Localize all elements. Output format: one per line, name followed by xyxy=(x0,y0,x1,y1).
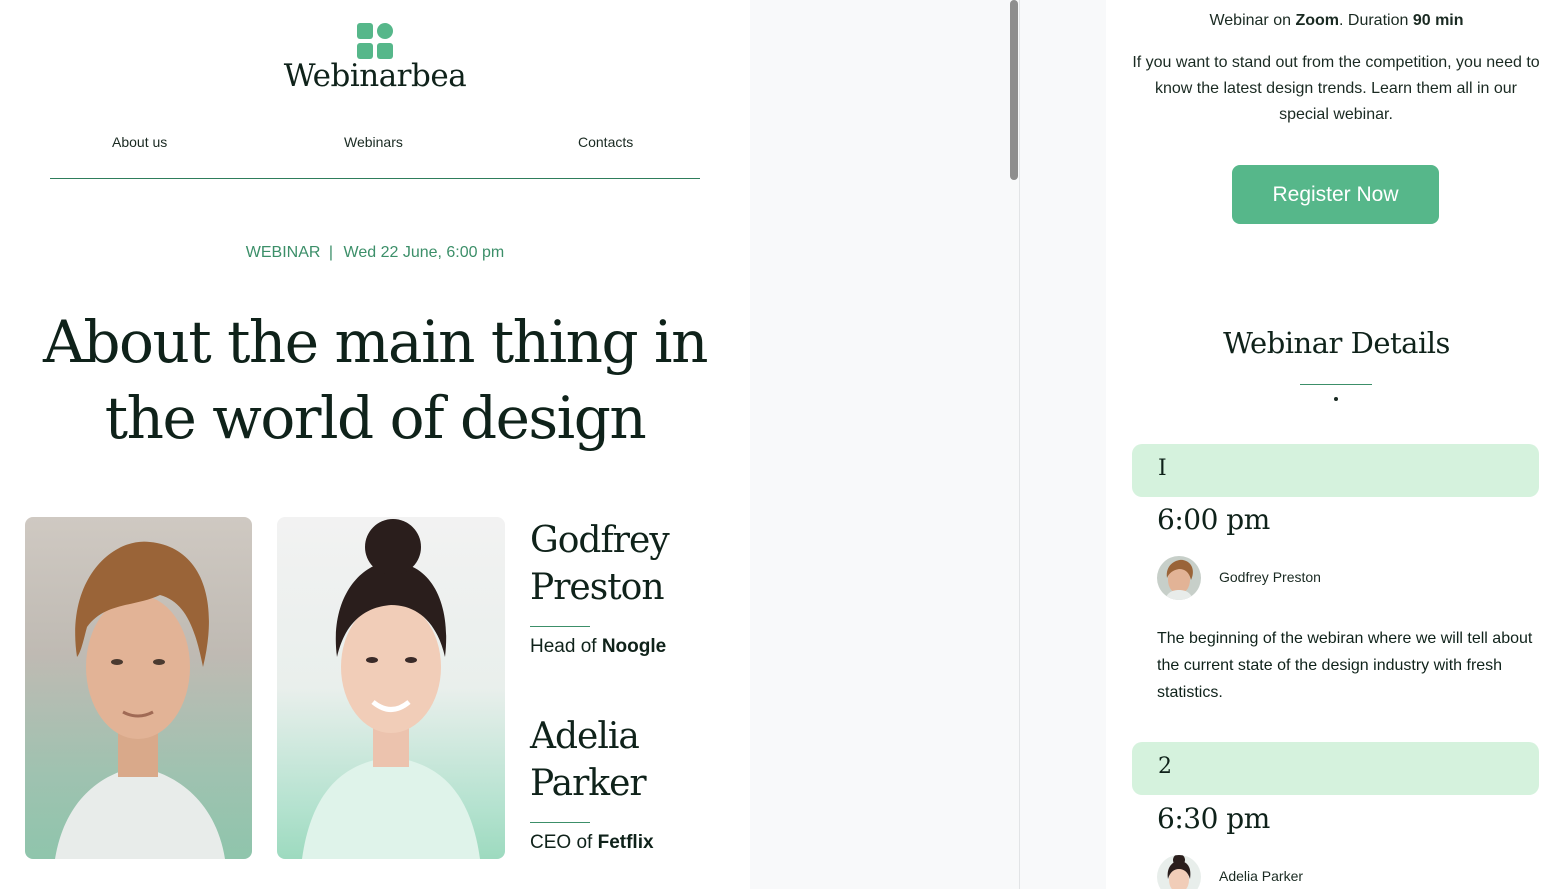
speaker-role-prefix-2: CEO of xyxy=(530,832,593,853)
speaker-company-1: Noogle xyxy=(601,636,667,657)
page-title: About the main thing in the world of des… xyxy=(43,308,708,452)
duration-value: 90 min xyxy=(1412,12,1464,29)
grid-logo-icon xyxy=(357,23,393,59)
avatar xyxy=(1157,556,1201,600)
webinar-description: If you want to stand out from the compet… xyxy=(1132,54,1540,123)
speaker-name-1: Godfrey Preston xyxy=(530,520,670,608)
scrollbar-thumb[interactable] xyxy=(1010,0,1018,180)
event-time: 6:00 pm xyxy=(446,244,505,261)
speaker-role-2: CEO of Fetflix xyxy=(530,832,654,854)
session-description-1: The beginning of the webiran where we wi… xyxy=(1157,630,1533,701)
register-button[interactable]: Register Now xyxy=(1232,165,1439,224)
event-date: Wed 22 June, xyxy=(343,244,442,261)
session-band-2: 2 xyxy=(1132,742,1539,795)
details-title: Webinar Details xyxy=(1223,326,1450,360)
session-time-2: 6:30 pm xyxy=(1157,802,1270,835)
platform-prefix: Webinar on xyxy=(1209,12,1291,29)
email-preview-panel: Webinarbea About us Webinars Contacts WE… xyxy=(0,0,750,889)
session-time-1: 6:00 pm xyxy=(1157,503,1270,536)
event-separator: | xyxy=(328,244,334,261)
session-number-2: 2 xyxy=(1158,754,1172,779)
event-tag: WEBINAR xyxy=(245,244,321,261)
speaker-role-prefix-1: Head of xyxy=(530,636,597,657)
speaker-photo-adelia xyxy=(277,517,505,859)
details-divider xyxy=(1300,384,1372,385)
nav-divider xyxy=(50,178,700,179)
duration-prefix: . Duration xyxy=(1339,12,1409,29)
session-speaker-2: Adelia Parker xyxy=(1219,868,1304,884)
speaker-role-1: Head of Noogle xyxy=(530,636,666,658)
webinar-platform-line: Webinar on Zoom. Duration 90 min xyxy=(1107,12,1566,30)
preview-gutter xyxy=(750,0,1106,889)
session-band-1: I xyxy=(1132,444,1539,497)
panel-divider xyxy=(1019,0,1020,889)
speaker-company-2: Fetflix xyxy=(597,832,654,853)
event-meta: WEBINAR | Wed 22 June, 6:00 pm xyxy=(0,244,750,262)
speaker-divider-2 xyxy=(530,822,590,823)
platform-name: Zoom xyxy=(1295,12,1339,29)
speaker-divider-1 xyxy=(530,626,590,627)
nav-webinars[interactable]: Webinars xyxy=(344,134,403,150)
avatar xyxy=(1157,855,1201,889)
details-dot xyxy=(1334,397,1338,401)
session-number-1: I xyxy=(1158,456,1167,481)
speaker-name-2: Adelia Parker xyxy=(530,716,647,804)
speaker-photo-godfrey xyxy=(25,517,252,859)
session-speaker-1: Godfrey Preston xyxy=(1219,569,1321,585)
nav-about-us[interactable]: About us xyxy=(112,134,167,150)
email-preview-panel-right: Webinar on Zoom. Duration 90 min If you … xyxy=(1107,0,1566,889)
brand-name: Webinarbea xyxy=(283,58,467,94)
nav-contacts[interactable]: Contacts xyxy=(578,134,633,150)
